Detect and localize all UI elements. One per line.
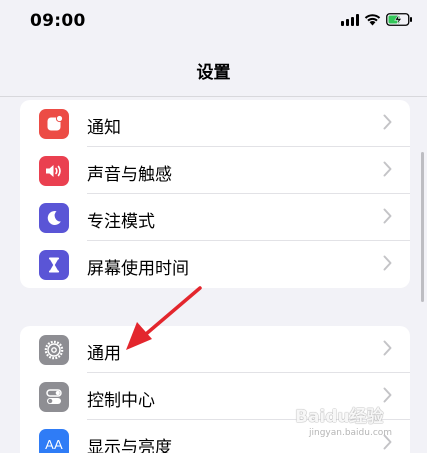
settings-screen: 09:00 设置 通知 声音与触感 专注模式 屏幕使用时间 通用 控制中心 AA… bbox=[0, 0, 427, 453]
settings-row-screen-time[interactable]: 屏幕使用时间 bbox=[20, 241, 410, 288]
status-icons bbox=[341, 13, 413, 26]
row-label-control-center: 控制中心 bbox=[87, 391, 155, 411]
row-label-notifications: 通知 bbox=[87, 118, 121, 138]
page-title: 设置 bbox=[196, 63, 231, 83]
settings-row-focus[interactable]: 专注模式 bbox=[20, 194, 410, 241]
toggle-switches-icon bbox=[39, 382, 69, 412]
header-divider bbox=[0, 96, 427, 97]
chevron-right-icon bbox=[383, 208, 392, 224]
settings-row-notifications[interactable]: 通知 bbox=[20, 100, 410, 147]
chevron-right-icon bbox=[383, 387, 392, 403]
text-size-icon-glyph: AA bbox=[45, 436, 63, 452]
status-bar: 09:00 bbox=[0, 0, 427, 46]
chevron-right-icon bbox=[383, 161, 392, 177]
speaker-icon bbox=[39, 156, 69, 186]
settings-row-control-center[interactable]: 控制中心 bbox=[20, 373, 410, 420]
scroll-indicator[interactable] bbox=[421, 152, 424, 302]
chevron-right-icon bbox=[383, 255, 392, 271]
wifi-icon bbox=[364, 14, 381, 26]
notification-bell-icon bbox=[39, 109, 69, 139]
gear-icon bbox=[39, 335, 69, 365]
row-label-screen-time: 屏幕使用时间 bbox=[87, 259, 189, 279]
settings-row-general[interactable]: 通用 bbox=[20, 326, 410, 373]
hourglass-icon bbox=[39, 250, 69, 280]
row-label-sounds: 声音与触感 bbox=[87, 165, 172, 185]
settings-row-sounds[interactable]: 声音与触感 bbox=[20, 147, 410, 194]
chevron-right-icon bbox=[383, 434, 392, 450]
settings-group-2: 通用 控制中心 AA 显示与亮度 bbox=[20, 326, 410, 453]
chevron-right-icon bbox=[383, 340, 392, 356]
status-time: 09:00 bbox=[30, 11, 86, 31]
settings-group-1: 通知 声音与触感 专注模式 屏幕使用时间 bbox=[20, 100, 410, 288]
battery-charging-icon bbox=[386, 13, 412, 26]
settings-row-display[interactable]: AA 显示与亮度 bbox=[20, 420, 410, 453]
cellular-signal-icon bbox=[341, 13, 359, 26]
row-label-display: 显示与亮度 bbox=[87, 438, 172, 453]
text-size-icon: AA bbox=[39, 429, 69, 453]
chevron-right-icon bbox=[383, 114, 392, 130]
row-label-focus: 专注模式 bbox=[87, 212, 155, 232]
row-label-general: 通用 bbox=[87, 344, 121, 364]
moon-icon bbox=[39, 203, 69, 233]
